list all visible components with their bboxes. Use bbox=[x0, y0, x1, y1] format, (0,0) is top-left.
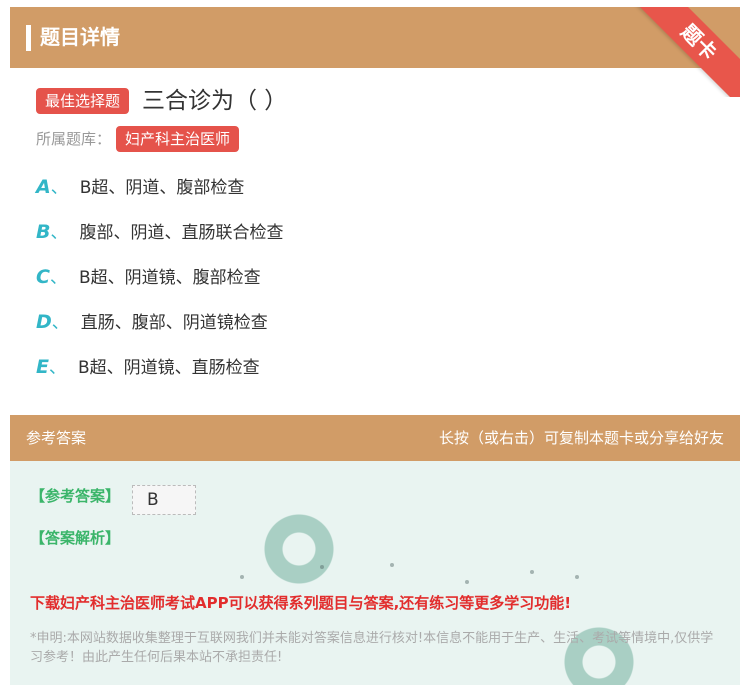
option-text: B超、阴道镜、直肠检查 bbox=[77, 358, 260, 378]
answer-header: 参考答案 长按（或右击）可复制本题卡或分享给好友 bbox=[10, 415, 740, 461]
option-letter: B bbox=[36, 221, 51, 243]
speckle bbox=[575, 575, 579, 579]
answer-header-title: 参考答案 bbox=[26, 429, 87, 447]
answer-panel: 参考答案 长按（或右击）可复制本题卡或分享给好友 【参考答案】 B 【答案解析】… bbox=[10, 415, 740, 685]
option-text: 腹部、阴道、直肠联合检查 bbox=[79, 223, 284, 243]
analysis-label: 【答案解析】 bbox=[30, 529, 121, 547]
answer-value: B bbox=[132, 485, 196, 515]
corner-ribbon[interactable]: 题卡 bbox=[630, 7, 740, 97]
option-text: B超、阴道、腹部检查 bbox=[79, 178, 245, 198]
speckle bbox=[465, 580, 469, 584]
option-b[interactable]: B、 腹部、阴道、直肠联合检查 bbox=[36, 217, 283, 247]
option-c[interactable]: C、 B超、阴道镜、腹部检查 bbox=[36, 262, 261, 292]
speckle bbox=[240, 575, 244, 579]
speckle bbox=[390, 563, 394, 567]
option-separator: 、 bbox=[51, 313, 69, 333]
option-separator: 、 bbox=[50, 223, 68, 243]
header-accent-bar bbox=[26, 25, 31, 51]
speckle bbox=[320, 565, 324, 569]
disclaimer: *申明:本网站数据收集整理于互联网我们并未能对答案信息进行核对!本信息不能用于生… bbox=[30, 631, 714, 665]
answer-label: 【参考答案】 bbox=[30, 487, 121, 505]
download-app-link[interactable]: 下载妇产科主治医师考试APP可以获得系列题目与答案,还有练习等更多学习功能! bbox=[30, 592, 571, 614]
question-type-badge: 最佳选择题 bbox=[36, 88, 130, 114]
bank-label: 所属题库： bbox=[36, 130, 112, 148]
ribbon-label: 题卡 bbox=[630, 7, 740, 97]
option-d[interactable]: D、 直肠、腹部、阴道镜检查 bbox=[36, 307, 268, 337]
watermark-logo-icon bbox=[262, 512, 336, 586]
speckle bbox=[530, 570, 534, 574]
option-letter: E bbox=[36, 356, 49, 378]
option-separator: 、 bbox=[49, 268, 67, 288]
bank-badge[interactable]: 妇产科主治医师 bbox=[116, 126, 240, 152]
option-text: B超、阴道镜、腹部检查 bbox=[78, 268, 261, 288]
page-title: 题目详情 bbox=[40, 25, 120, 49]
option-e[interactable]: E、 B超、阴道镜、直肠检查 bbox=[36, 352, 260, 382]
option-a[interactable]: A、 B超、阴道、腹部检查 bbox=[36, 172, 244, 202]
option-separator: 、 bbox=[50, 178, 68, 198]
question-text: 三合诊为（ ） bbox=[142, 88, 288, 114]
option-letter: A bbox=[36, 176, 51, 198]
option-text: 直肠、腹部、阴道镜检查 bbox=[80, 313, 268, 333]
share-hint: 长按（或右击）可复制本题卡或分享给好友 bbox=[438, 429, 724, 447]
option-letter: C bbox=[36, 266, 50, 288]
question-card: 题目详情 题卡 最佳选择题 三合诊为（ ） 所属题库： 妇产科主治医师 A、 B超… bbox=[10, 7, 740, 407]
option-separator: 、 bbox=[48, 358, 66, 378]
option-letter: D bbox=[36, 311, 52, 333]
